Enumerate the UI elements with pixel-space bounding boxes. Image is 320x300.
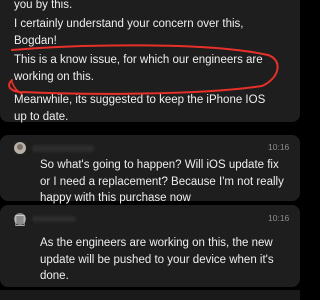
redacted-username (32, 145, 94, 152)
support-message-line: Meanwhile, its suggested to keep the iPh… (14, 94, 266, 123)
apple-support-avatar-icon[interactable] (14, 213, 26, 225)
user-message-text: So what's going to happen? Will iOS upda… (40, 159, 284, 204)
next-message-edge (0, 290, 300, 300)
support-message-text: As the engineers are working on this, th… (40, 237, 274, 282)
redacted-agent-name (32, 216, 76, 222)
support-message-line: you by this. (14, 0, 73, 11)
support-message-line: I certainly understand your concern over… (14, 18, 244, 30)
support-message-line: Bogdan! (14, 35, 57, 47)
message-timestamp: 10:16 (268, 213, 290, 223)
highlighted-message-text: This is a know issue, for which our engi… (14, 54, 263, 83)
message-timestamp: 10:16 (268, 142, 290, 152)
user-avatar-icon[interactable] (14, 142, 26, 154)
chat-thread: you by this. I certainly understand your… (0, 0, 300, 300)
